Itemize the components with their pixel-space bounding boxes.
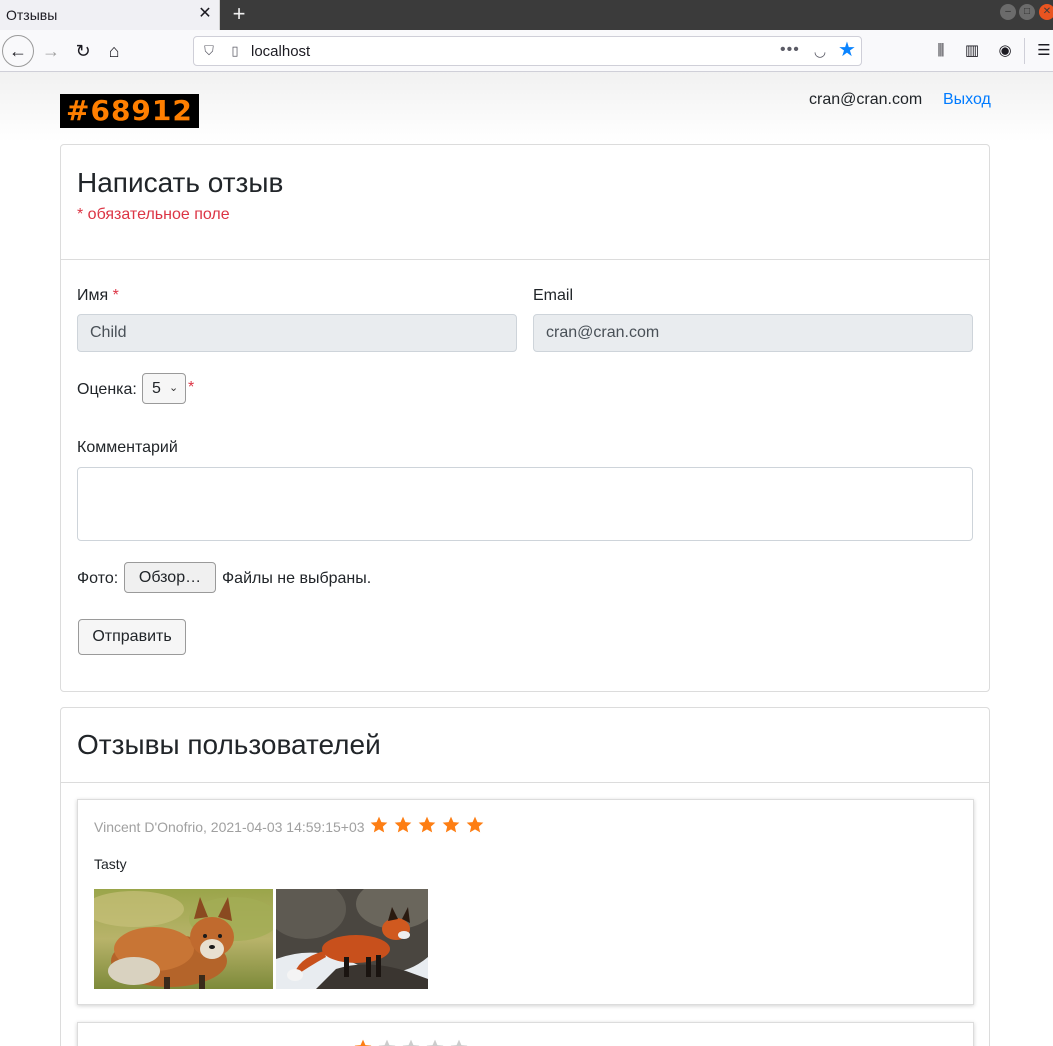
star-empty-icon (378, 1039, 396, 1046)
fox-photo-2[interactable] (276, 889, 428, 989)
star-filled-icon (354, 1039, 372, 1046)
more-icon[interactable]: ••• (780, 41, 800, 59)
window-close-button[interactable]: ✕ (1039, 4, 1053, 20)
review-form-card: Написать отзыв * обязательное поле Имя *… (60, 144, 990, 692)
required-mark: * (112, 287, 119, 304)
url-bar[interactable]: ⛉ ▯ localhost ••• ◡ ★ (193, 36, 862, 66)
user-email: cran@cran.com (809, 91, 923, 108)
rating-select[interactable]: 5 ⌄ (142, 373, 186, 404)
star-empty-icon (426, 1039, 444, 1046)
window-minimize-button[interactable]: – (1000, 4, 1016, 20)
page-icon: ▯ (231, 43, 239, 58)
page-content: #68912 cran@cran.com Выход Написать отзы… (0, 72, 1053, 1046)
star-filled-icon (418, 816, 436, 833)
comment-label: Комментарий (77, 439, 178, 456)
window-maximize-button[interactable]: □ (1019, 4, 1035, 20)
form-title: Написать отзыв (77, 167, 284, 198)
chevron-down-icon: ⌄ (169, 382, 179, 394)
library-icon[interactable]: ⫼ (930, 40, 952, 62)
browser-titlebar: Отзывы ✕ + – □ ✕ (0, 0, 1053, 30)
tab-title: Отзывы (6, 7, 58, 23)
star-filled-icon (394, 816, 412, 833)
fox-photo-1[interactable] (94, 889, 273, 989)
reviews-title: Отзывы пользователей (77, 729, 381, 760)
email-field[interactable]: cran@cran.com (533, 314, 973, 352)
sidebar-icon[interactable]: ▥ (961, 40, 983, 62)
fox-photo-image (276, 889, 428, 989)
shield-icon[interactable]: ⛉ (200, 42, 218, 60)
review-meta: Vincent D'Onofrio, 2021-04-03 14:59:15+0… (94, 819, 365, 835)
account-icon[interactable]: ◉ (994, 40, 1016, 62)
browser-navbar: ← → ↻ ⌂ ⛉ ▯ localhost ••• ◡ ★ ⫼ ▥ ◉ ☰ (0, 30, 1053, 72)
required-mark: * (188, 379, 195, 396)
url-text[interactable]: localhost (251, 43, 310, 60)
forward-arrow-icon[interactable]: → (36, 36, 66, 66)
file-status: Файлы не выбраны. (222, 570, 372, 587)
submit-button[interactable]: Отправить (78, 619, 186, 655)
pocket-icon[interactable]: ◡ (810, 41, 830, 61)
reviews-card: Отзывы пользователей Vincent D'Onofrio, … (60, 707, 990, 1046)
reload-icon[interactable]: ↻ (68, 36, 98, 66)
star-filled-icon (442, 816, 460, 833)
card-divider (61, 259, 989, 260)
star-icon[interactable]: ★ (836, 39, 858, 61)
review-item: Vincent D'Onofrio, 2021-04-03 14:59:15+0… (77, 799, 974, 1005)
name-field[interactable]: Child (77, 314, 517, 352)
photo-label: Фото: (77, 570, 119, 587)
star-rating (369, 815, 485, 835)
site-logo[interactable]: #68912 (60, 94, 199, 128)
new-tab-button[interactable]: + (228, 2, 250, 26)
star-empty-icon (402, 1039, 420, 1046)
review-text: Tasty (94, 856, 127, 872)
name-label: Имя * (77, 287, 119, 304)
card-divider (61, 782, 989, 783)
menu-icon[interactable]: ☰ (1033, 40, 1053, 62)
star-filled-icon (370, 816, 388, 833)
email-label: Email (533, 287, 574, 304)
required-note: * обязательное поле (77, 206, 230, 223)
rating-label: Оценка: (77, 381, 137, 398)
review-item (77, 1022, 974, 1046)
browser-tab[interactable]: Отзывы ✕ (0, 0, 220, 30)
rating-value: 5 (152, 380, 161, 397)
star-rating (353, 1038, 469, 1046)
back-arrow-icon[interactable]: ← (2, 35, 34, 67)
star-filled-icon (466, 816, 484, 833)
tab-close-icon[interactable]: ✕ (196, 5, 214, 23)
star-empty-icon (450, 1039, 468, 1046)
comment-textarea[interactable] (77, 467, 973, 541)
logout-link[interactable]: Выход (943, 91, 991, 109)
browse-button[interactable]: Обзор… (124, 562, 216, 593)
fox-photo-image (94, 889, 273, 989)
toolbar-divider (1024, 38, 1025, 64)
home-icon[interactable]: ⌂ (99, 36, 129, 66)
